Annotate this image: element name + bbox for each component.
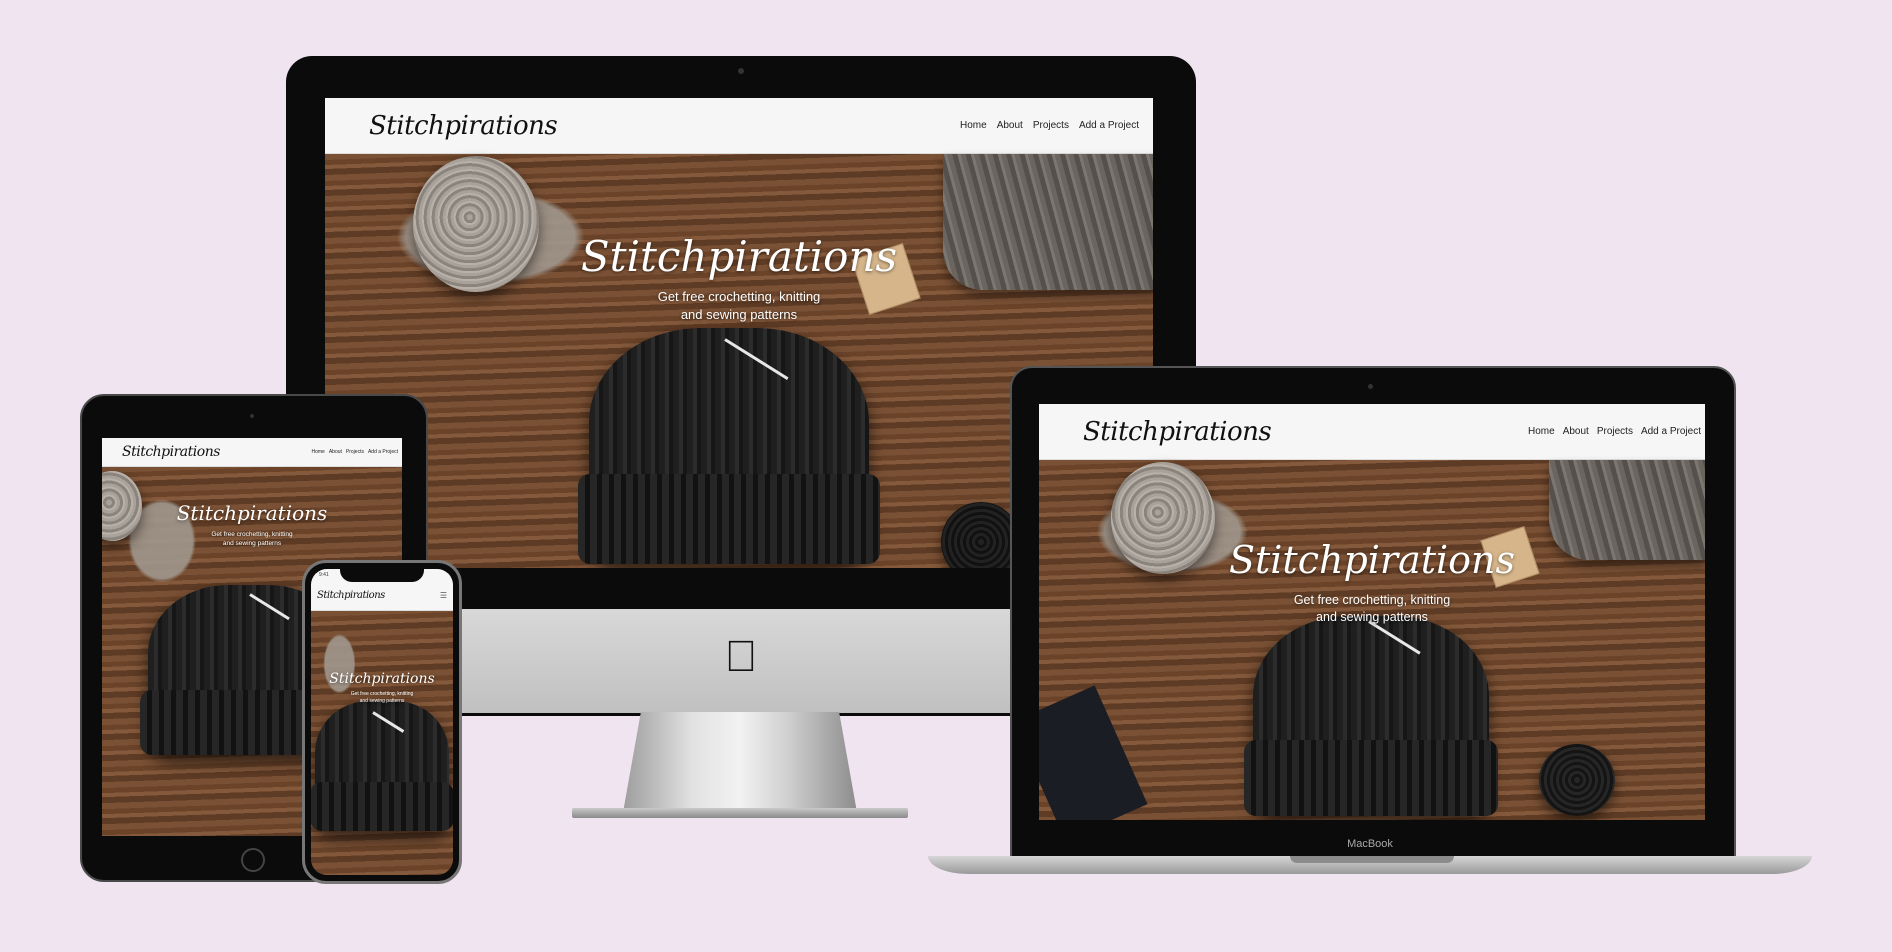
nav-menu: Home About Projects Add a Project xyxy=(311,449,398,455)
nav-link-about[interactable]: About xyxy=(329,449,342,455)
hero-title: Stitchpirations xyxy=(580,232,898,281)
black-yarn-image xyxy=(1539,744,1615,816)
hero-section: Stitchpirations Get free crochetting, kn… xyxy=(311,611,453,875)
hero-subtitle: Get free crochetting, knitting and sewin… xyxy=(1293,593,1451,624)
nav-link-projects[interactable]: Projects xyxy=(1597,426,1633,437)
apple-logo-icon:  xyxy=(718,634,764,680)
brand-logo[interactable]: Stitchpirations xyxy=(122,444,220,460)
hero-subtitle: Get free crochetting, knitting and sewin… xyxy=(211,531,293,547)
macbook-notch xyxy=(1290,856,1454,863)
black-hat-image xyxy=(577,328,881,564)
ipad-camera xyxy=(250,414,254,418)
macbook-screen: Stitchpirations Home About Projects Add … xyxy=(1039,404,1705,820)
hero-subtitle: Get free crochetting, knitting and sewin… xyxy=(657,289,821,322)
nav-link-home[interactable]: Home xyxy=(311,449,324,455)
imac-base xyxy=(572,808,908,818)
nav-link-about[interactable]: About xyxy=(997,120,1023,131)
macbook-label: MacBook xyxy=(1347,838,1393,850)
hero-title: Stitchpirations xyxy=(176,501,328,525)
nav-link-about[interactable]: About xyxy=(1563,426,1589,437)
nav-link-projects[interactable]: Projects xyxy=(1033,120,1069,131)
imac-camera xyxy=(738,68,744,74)
nav-link-add-project[interactable]: Add a Project xyxy=(1641,426,1701,437)
navbar: Stitchpirations Home About Projects Add … xyxy=(325,98,1153,154)
brand-logo[interactable]: Stitchpirations xyxy=(317,590,385,601)
black-yarn-image xyxy=(941,502,1021,568)
nav-menu: Home About Projects Add a Project xyxy=(1528,426,1701,437)
navbar: Stitchpirations Home About Projects Add … xyxy=(102,438,402,467)
hero-title: Stitchpirations xyxy=(1228,538,1516,582)
imac-stand xyxy=(622,712,858,818)
hero-subtitle: Get free crochetting, knitting and sewin… xyxy=(350,691,414,704)
navbar: Stitchpirations Home About Projects Add … xyxy=(1039,404,1705,460)
nav-menu: Home About Projects Add a Project xyxy=(960,120,1139,131)
hero-section: Stitchpirations Get free crochetting, kn… xyxy=(1039,460,1705,820)
status-time: 9:41 xyxy=(319,572,329,578)
hamburger-menu-icon[interactable]: ☰ xyxy=(440,591,447,600)
nav-link-home[interactable]: Home xyxy=(960,120,987,131)
nav-link-projects[interactable]: Projects xyxy=(346,449,364,455)
black-hat-image xyxy=(1243,616,1499,816)
hero-title: Stitchpirations xyxy=(329,671,435,687)
nav-link-add-project[interactable]: Add a Project xyxy=(1079,120,1139,131)
iphone-screen: 9:41 Stitchpirations ☰ Stitchpirations G… xyxy=(311,569,453,875)
brand-logo[interactable]: Stitchpirations xyxy=(369,111,558,141)
nav-link-add-project[interactable]: Add a Project xyxy=(368,449,398,455)
brand-logo[interactable]: Stitchpirations xyxy=(1083,417,1272,447)
macbook-camera xyxy=(1368,384,1373,389)
nav-link-home[interactable]: Home xyxy=(1528,426,1555,437)
notebook-image xyxy=(1039,685,1148,820)
iphone-notch xyxy=(340,566,424,582)
ipad-home-button xyxy=(241,848,265,872)
